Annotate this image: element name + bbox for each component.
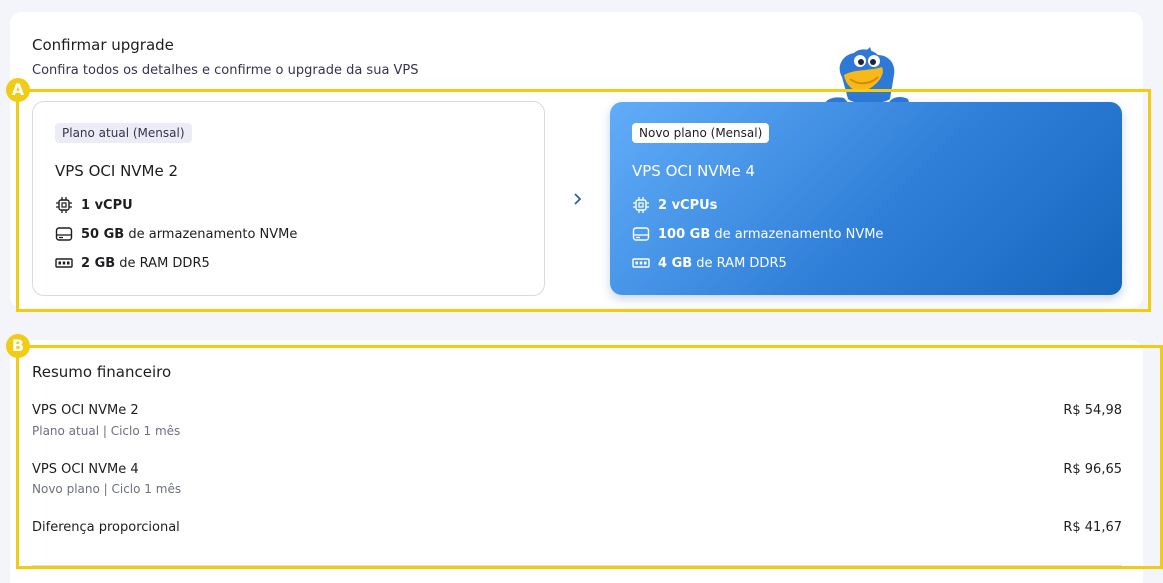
annotation-marker-b: B <box>6 334 30 358</box>
page-title: Confirmar upgrade <box>32 36 174 54</box>
page-subtitle: Confira todos os detalhes e confirme o u… <box>32 63 419 78</box>
annotation-marker-a: A <box>6 78 30 102</box>
highlight-box-b <box>16 345 1163 569</box>
highlight-box-a <box>16 89 1151 312</box>
